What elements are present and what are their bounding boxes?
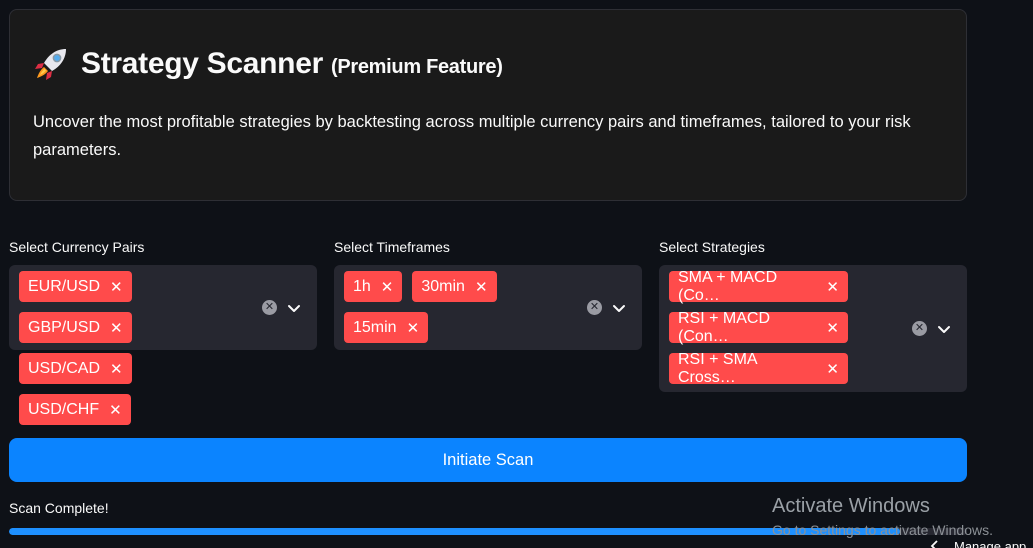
timeframes-select[interactable]: 1h ✕ 30min ✕ 15min ✕ ✕ [334, 265, 642, 350]
clear-icon[interactable]: ✕ [262, 300, 277, 315]
title-badge: (Premium Feature) [330, 55, 503, 78]
tag-currency: GBP/USD ✕ [19, 312, 132, 343]
strategies-label: Select Strategies [659, 239, 765, 255]
tag-currency: USD/CHF ✕ [19, 394, 131, 425]
tag-timeframe: 30min ✕ [412, 271, 497, 302]
watermark-title: Activate Windows [772, 495, 930, 517]
chevron-down-icon[interactable] [285, 299, 303, 317]
page: Strategy Scanner (Premium Feature) Uncov… [0, 0, 1033, 548]
tag-timeframe: 1h ✕ [344, 271, 403, 302]
activate-windows-watermark: Activate Windows Go to Settings to activ… [772, 494, 993, 538]
close-icon[interactable]: ✕ [826, 360, 839, 378]
title-text: Strategy Scanner [81, 47, 323, 80]
close-icon[interactable]: ✕ [110, 319, 123, 337]
close-icon[interactable]: ✕ [475, 278, 488, 296]
tag-currency: EUR/USD ✕ [19, 271, 132, 302]
currency-pairs-field: Select Currency Pairs EUR/USD ✕ GBP/USD ✕ … [9, 237, 317, 425]
strategies-select[interactable]: SMA + MACD (Co… ✕ RSI + MACD (Con… ✕ RSI +… [659, 265, 967, 392]
strategies-field: Select Strategies SMA + MACD (Co… ✕ RSI +… [659, 237, 967, 392]
tag-strategy: SMA + MACD (Co… ✕ [669, 269, 848, 304]
description: Uncover the most profitable strategies b… [33, 113, 911, 159]
chevron-left-icon [930, 540, 938, 548]
close-icon[interactable]: ✕ [381, 278, 394, 296]
page-title: Strategy Scanner (Premium Feature) [33, 44, 943, 84]
timeframes-label: Select Timeframes [334, 239, 450, 255]
close-icon[interactable]: ✕ [109, 401, 122, 419]
close-icon[interactable]: ✕ [110, 278, 123, 296]
tag-strategy: RSI + MACD (Con… ✕ [669, 310, 848, 345]
select-controls: ✕ [587, 265, 628, 350]
chevron-down-icon[interactable] [935, 320, 953, 338]
close-icon[interactable]: ✕ [110, 360, 123, 378]
currency-pairs-select[interactable]: EUR/USD ✕ GBP/USD ✕ USD/CAD ✕ USD/CHF ✕ ✕ [9, 265, 317, 425]
rocket-icon [35, 49, 66, 80]
select-controls: ✕ [262, 265, 303, 350]
tag-timeframe: 15min ✕ [344, 312, 429, 343]
clear-icon[interactable]: ✕ [912, 321, 927, 336]
manage-app-text: Manage app [954, 538, 1027, 548]
hero-card: Strategy Scanner (Premium Feature) Uncov… [9, 9, 967, 201]
close-icon[interactable]: ✕ [407, 319, 420, 337]
initiate-scan-button[interactable]: Initiate Scan [9, 438, 967, 482]
clear-icon[interactable]: ✕ [587, 300, 602, 315]
select-controls: ✕ [912, 265, 953, 392]
manage-app-link[interactable]: Manage app [930, 536, 1033, 548]
timeframes-field: Select Timeframes 1h ✕ 30min ✕ 15min ✕ ✕ [334, 237, 642, 350]
tag-strategy: RSI + SMA Cross… ✕ [669, 351, 848, 386]
currency-pairs-label: Select Currency Pairs [9, 239, 145, 255]
close-icon[interactable]: ✕ [826, 319, 839, 337]
chevron-down-icon[interactable] [610, 299, 628, 317]
status-text: Scan Complete! [9, 500, 109, 516]
progress-fill [9, 528, 900, 535]
close-icon[interactable]: ✕ [826, 278, 839, 296]
tag-currency: USD/CAD ✕ [19, 353, 132, 384]
